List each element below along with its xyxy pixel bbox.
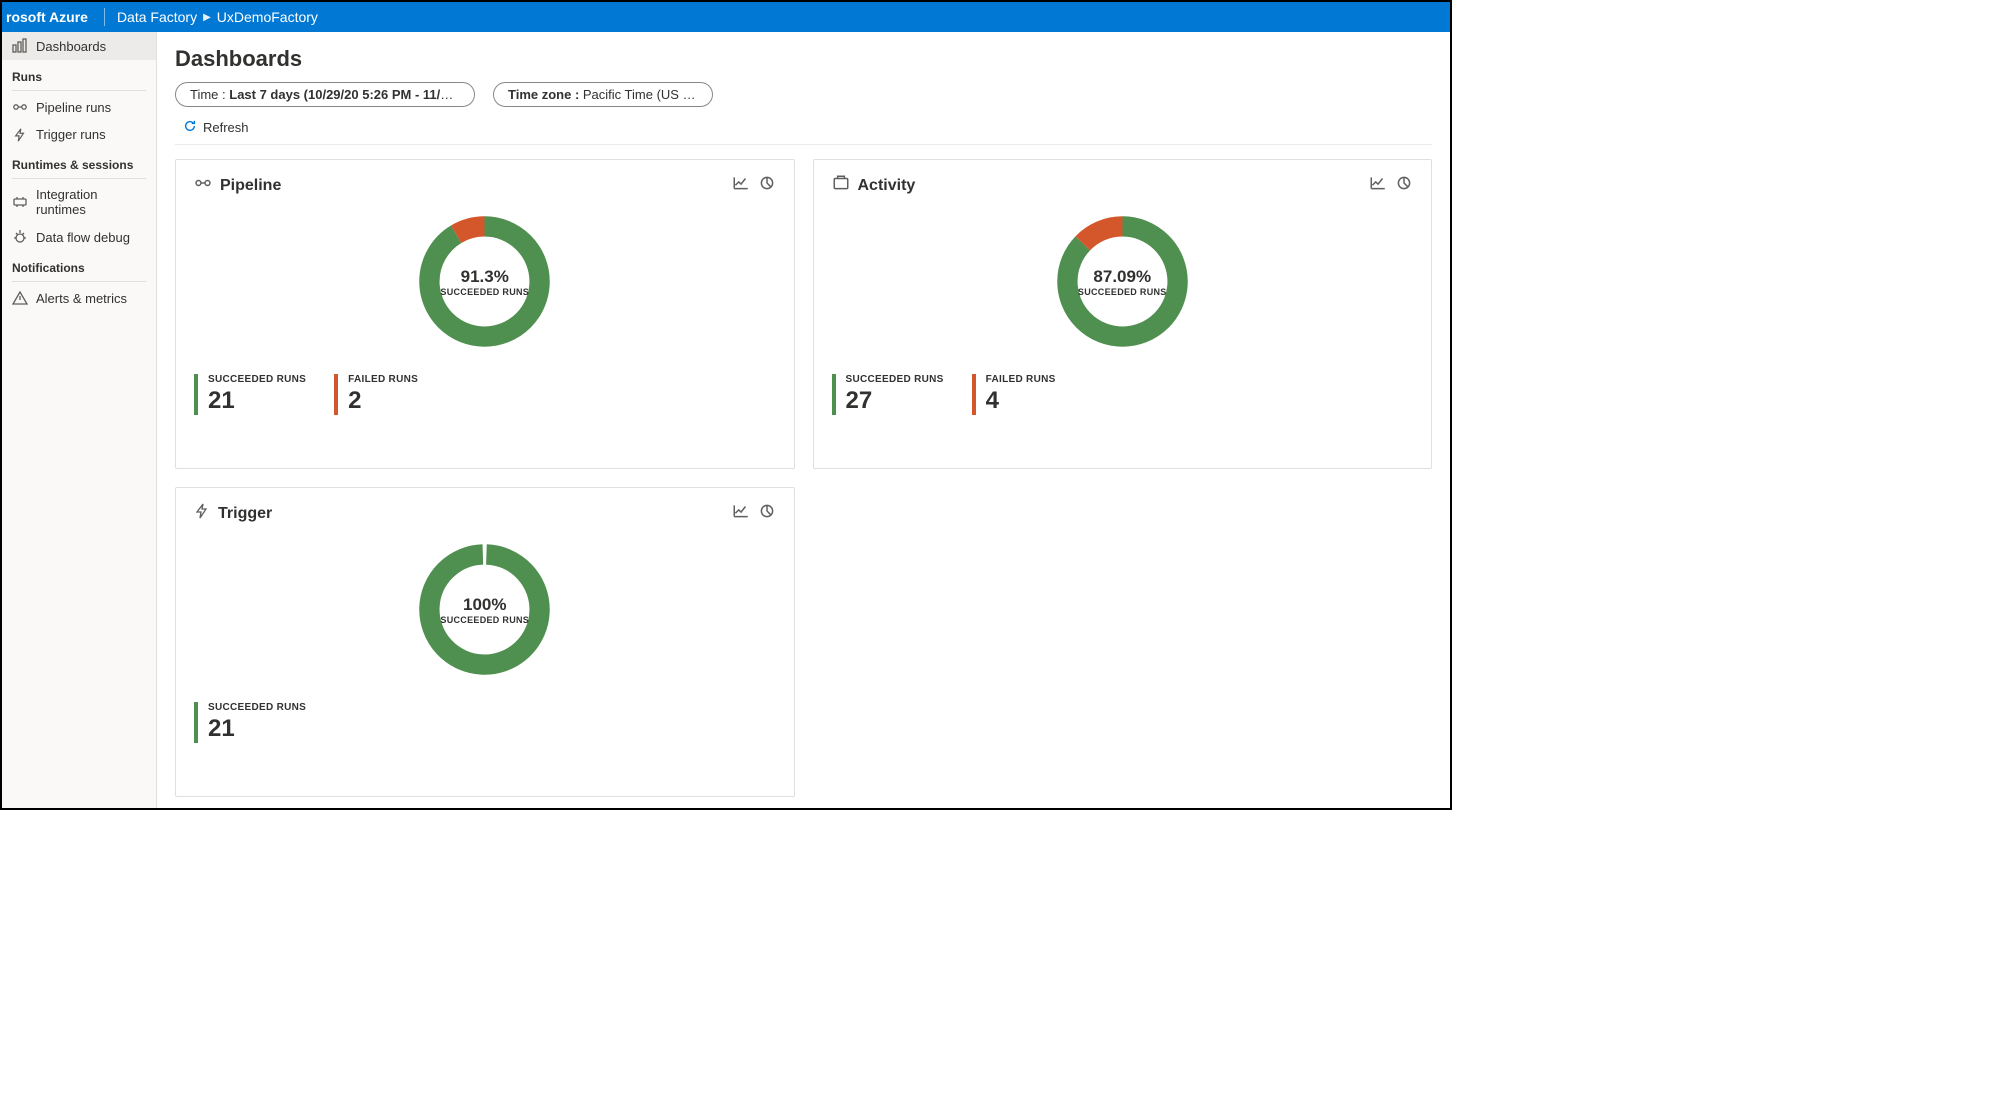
line-chart-icon[interactable]: [732, 174, 750, 197]
sidebar-group-runs: Runs: [2, 60, 156, 88]
sidebar-item-pipeline-runs[interactable]: Pipeline runs: [2, 93, 156, 121]
stat-label: SUCCEEDED RUNS: [208, 374, 306, 385]
stat-label: SUCCEEDED RUNS: [208, 702, 306, 713]
page-title: Dashboards: [175, 46, 1432, 72]
sidebar-item-data-flow-debug[interactable]: Data flow debug: [2, 223, 156, 251]
stat-value: 2: [348, 387, 418, 415]
donut-sublabel: SUCCEEDED RUNS: [1078, 287, 1167, 297]
alert-icon: [12, 290, 28, 306]
refresh-button[interactable]: Refresh: [203, 120, 249, 135]
brand-label: rosoft Azure: [6, 9, 98, 25]
time-filter-label: Time :: [190, 87, 229, 102]
pipeline-donut-chart: 91.3% SUCCEEDED RUNS: [412, 209, 557, 354]
pipeline-icon: [12, 99, 28, 115]
donut-percent: 91.3%: [461, 267, 509, 287]
breadcrumb-2[interactable]: UxDemoFactory: [211, 9, 324, 25]
refresh-icon[interactable]: [183, 119, 197, 136]
donut-percent: 87.09%: [1093, 267, 1151, 287]
stat-failed: FAILED RUNS 4: [972, 374, 1056, 415]
timezone-filter-value: Pacific Time (US & Canada) (UTC...: [583, 87, 713, 102]
trigger-donut-chart: 100% SUCCEEDED RUNS: [412, 537, 557, 682]
stat-failed: FAILED RUNS 2: [334, 374, 418, 415]
divider: [12, 178, 146, 179]
stat-succeeded: SUCCEEDED RUNS 21: [194, 702, 306, 743]
sidebar-item-label: Pipeline runs: [36, 100, 111, 115]
line-chart-icon[interactable]: [1369, 174, 1387, 197]
sidebar-item-alerts-metrics[interactable]: Alerts & metrics: [2, 284, 156, 312]
header-divider: [104, 8, 105, 26]
main-content: Dashboards Time : Last 7 days (10/29/20 …: [157, 32, 1450, 808]
sidebar-item-label: Trigger runs: [36, 127, 106, 142]
donut-sublabel: SUCCEEDED RUNS: [440, 615, 529, 625]
stat-label: FAILED RUNS: [348, 374, 418, 385]
donut-chart-icon[interactable]: [758, 174, 776, 197]
timezone-filter-pill[interactable]: Time zone : Pacific Time (US & Canada) (…: [493, 82, 713, 107]
sidebar-item-label: Alerts & metrics: [36, 291, 127, 306]
card-title: Trigger: [218, 505, 272, 523]
integration-icon: [12, 194, 28, 210]
sidebar-item-label: Dashboards: [36, 39, 106, 54]
divider: [12, 90, 146, 91]
sidebar-item-integration-runtimes[interactable]: Integration runtimes: [2, 181, 156, 223]
stat-succeeded: SUCCEEDED RUNS 21: [194, 374, 306, 415]
sidebar: Dashboards Runs Pipeline runs Trigger ru…: [2, 32, 157, 808]
trigger-icon: [12, 128, 28, 142]
stat-label: SUCCEEDED RUNS: [846, 374, 944, 385]
time-filter-pill[interactable]: Time : Last 7 days (10/29/20 5:26 PM - 1…: [175, 82, 475, 107]
sidebar-group-notifications: Notifications: [2, 251, 156, 279]
stat-succeeded: SUCCEEDED RUNS 27: [832, 374, 944, 415]
stat-value: 21: [208, 715, 306, 743]
debug-icon: [12, 229, 28, 245]
trigger-card-icon: [194, 503, 210, 524]
stat-value: 27: [846, 387, 944, 415]
top-bar: rosoft Azure Data Factory ▶ UxDemoFactor…: [2, 2, 1450, 32]
sidebar-group-runtimes: Runtimes & sessions: [2, 148, 156, 176]
sidebar-item-label: Integration runtimes: [36, 187, 146, 217]
donut-chart-icon[interactable]: [758, 502, 776, 525]
activity-donut-chart: 87.09% SUCCEEDED RUNS: [1050, 209, 1195, 354]
sidebar-item-trigger-runs[interactable]: Trigger runs: [2, 121, 156, 148]
card-title: Activity: [858, 177, 916, 195]
pipeline-card-icon: [194, 174, 212, 197]
card-activity: Activity: [813, 159, 1433, 469]
dashboard-icon: [12, 38, 28, 54]
donut-percent: 100%: [463, 595, 506, 615]
stat-value: 21: [208, 387, 306, 415]
timezone-filter-label: Time zone :: [508, 87, 583, 102]
donut-sublabel: SUCCEEDED RUNS: [440, 287, 529, 297]
chevron-right-icon: ▶: [203, 12, 211, 23]
donut-chart-icon[interactable]: [1395, 174, 1413, 197]
stat-label: FAILED RUNS: [986, 374, 1056, 385]
activity-card-icon: [832, 174, 850, 197]
time-filter-value: Last 7 days (10/29/20 5:26 PM - 11/5/20 …: [229, 87, 475, 102]
line-chart-icon[interactable]: [732, 502, 750, 525]
card-trigger: Trigger 100%: [175, 487, 795, 797]
breadcrumb-1[interactable]: Data Factory: [111, 9, 203, 25]
card-pipeline: Pipeline: [175, 159, 795, 469]
divider: [12, 281, 146, 282]
card-title: Pipeline: [220, 177, 281, 195]
sidebar-item-dashboards[interactable]: Dashboards: [2, 32, 156, 60]
sidebar-item-label: Data flow debug: [36, 230, 130, 245]
stat-value: 4: [986, 387, 1056, 415]
